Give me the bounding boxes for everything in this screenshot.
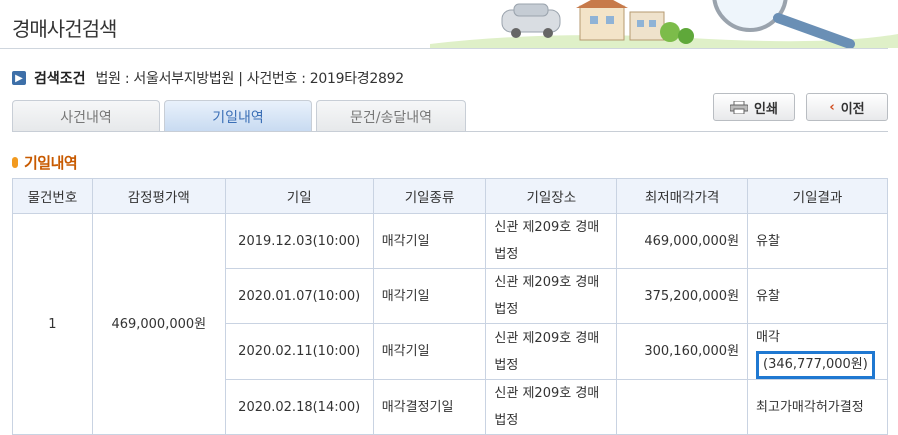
header-illustration (430, 0, 898, 48)
page-header: 경매사건검색 (0, 0, 898, 49)
column-header: 최저매각가격 (616, 178, 749, 214)
tab-documents[interactable]: 문건/송달내역 (316, 100, 466, 132)
search-condition-label: 검색조건 (34, 71, 86, 87)
search-condition-text: 법원 : 서울서부지방법원 | 사건번호 : 2019타경2892 (95, 71, 405, 87)
tab-divider (12, 131, 888, 132)
min-price-cell: 300,160,000원 (616, 323, 749, 380)
type-cell: 매각기일 (372, 323, 487, 380)
column-header: 기일종류 (372, 178, 487, 214)
column-header: 기일 (224, 178, 374, 214)
tab-schedule[interactable]: 기일내역 (164, 100, 312, 132)
page-title: 경매사건검색 (12, 17, 117, 41)
place-cell: 신관 제209호 경매법정 (485, 379, 618, 435)
type-cell: 매각결정기일 (372, 379, 487, 435)
date-cell: 2020.01.07(10:00) (224, 268, 374, 324)
tab-case-details[interactable]: 사건내역 (12, 100, 160, 132)
search-condition: ▶ 검색조건 법원 : 서울서부지방법원 | 사건번호 : 2019타경2892 (12, 68, 404, 88)
result-cell: 유찰 (747, 268, 888, 324)
item-number: 1 (12, 213, 93, 435)
result-cell: 매각 (346,777,000원) (747, 323, 888, 380)
place-cell: 신관 제209호 경매법정 (485, 268, 618, 324)
column-header: 기일결과 (747, 178, 888, 214)
table-row: 1 469,000,000원 2019.12.03(10:00) 매각기일 신관… (12, 213, 888, 435)
min-price-cell (616, 379, 749, 435)
date-cell: 2020.02.11(10:00) (224, 323, 374, 380)
place-cell: 신관 제209호 경매법정 (485, 213, 618, 269)
result-cell: 최고가매각허가결정 (747, 379, 888, 435)
min-price-cell: 469,000,000원 (616, 213, 749, 269)
appraisal-value: 469,000,000원 (91, 213, 226, 435)
section-title: 기일내역 (12, 153, 78, 172)
type-cell: 매각기일 (372, 213, 487, 269)
result-cell: 유찰 (747, 213, 888, 269)
table-header-row: 물건번호 감정평가액 기일 기일종류 기일장소 최저매각가격 기일결과 (12, 178, 888, 214)
sale-price-highlight: (346,777,000원) (756, 351, 875, 379)
column-header: 기일장소 (485, 178, 618, 214)
date-cell: 2019.12.03(10:00) (224, 213, 374, 269)
place-cell: 신관 제209호 경매법정 (485, 323, 618, 380)
column-header: 감정평가액 (91, 178, 226, 214)
schedule-table: 물건번호 감정평가액 기일 기일종류 기일장소 최저매각가격 기일결과 1 46… (12, 178, 888, 435)
date-cell: 2020.02.18(14:00) (224, 379, 374, 435)
min-price-cell: 375,200,000원 (616, 268, 749, 324)
arrow-right-icon: ▶ (12, 71, 26, 85)
type-cell: 매각기일 (372, 268, 487, 324)
result-text: 매각 (756, 330, 780, 345)
bullet-icon (12, 156, 18, 168)
tab-bar: 사건내역 기일내역 문건/송달내역 (12, 100, 888, 132)
section-title-text: 기일내역 (24, 153, 78, 172)
column-header: 물건번호 (12, 178, 93, 214)
header-divider (0, 48, 888, 49)
